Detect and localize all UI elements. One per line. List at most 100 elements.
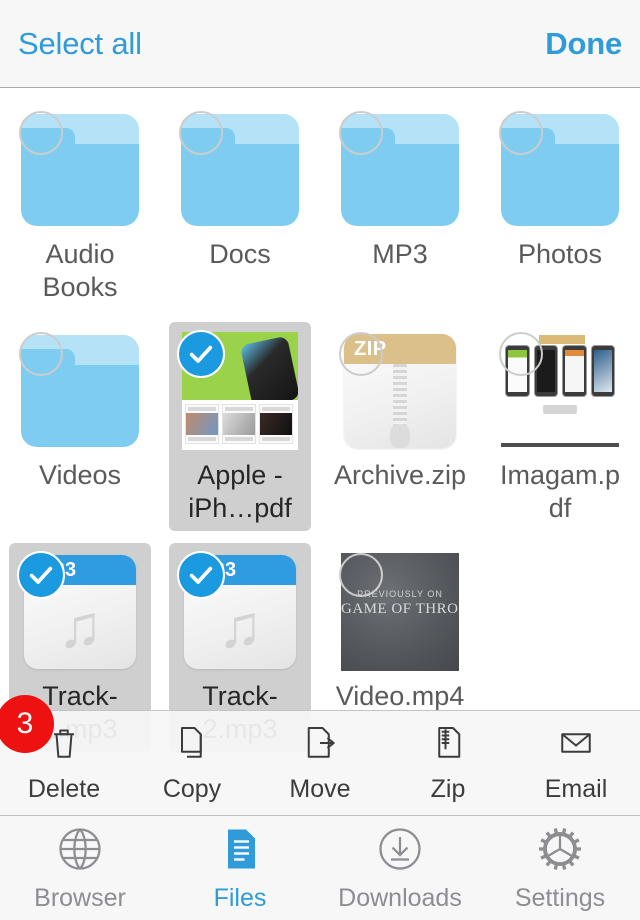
action-label: Delete [27, 775, 101, 803]
file-thumbnail-wrap: MP3♫ [17, 551, 143, 673]
file-name-label: Photos [517, 239, 603, 269]
unselected-circle-icon[interactable] [499, 111, 543, 155]
phone-screen [593, 350, 612, 392]
tab-label: Files [213, 883, 267, 912]
file-item[interactable]: MP3 [329, 101, 471, 277]
unselected-circle-icon[interactable] [339, 332, 383, 376]
file-item[interactable]: ZIP Archive.zip [329, 322, 471, 498]
file-thumbnail-wrap: ZIP [337, 330, 463, 452]
file-cell[interactable]: MP3 [320, 89, 480, 310]
file-thumbnail-wrap [17, 109, 143, 231]
file-cell[interactable]: Docs [160, 89, 320, 310]
phone-graphic [590, 345, 615, 397]
card-line [262, 437, 290, 441]
pdf-card [185, 404, 219, 444]
file-thumbnail-wrap [337, 109, 463, 231]
pdf-logo [539, 335, 585, 344]
iphone-graphic [239, 335, 298, 400]
unselected-circle-icon[interactable] [339, 553, 383, 597]
selected-checkmark-icon[interactable] [177, 330, 225, 378]
file-name-label: Imagam.pdf [499, 460, 621, 523]
move-icon [300, 722, 340, 769]
select-all-button[interactable]: Select all [18, 26, 142, 62]
tab-label: Downloads [338, 883, 462, 912]
card-image [260, 413, 292, 435]
selected-checkmark-icon[interactable] [17, 551, 65, 599]
unselected-circle-icon[interactable] [19, 332, 63, 376]
file-cell[interactable]: Audio Books [0, 89, 160, 310]
phone-screen [565, 350, 584, 392]
pdf-divider [501, 443, 619, 447]
action-email[interactable]: Email [512, 722, 640, 804]
file-cell[interactable]: ZIP Archive.zip [320, 310, 480, 531]
file-name-label: Apple - iPh…pdf [188, 460, 292, 523]
file-thumbnail-wrap [17, 330, 143, 452]
file-item[interactable]: Docs [169, 101, 311, 277]
unselected-circle-icon[interactable] [179, 111, 223, 155]
tab-browser[interactable]: Browser [0, 816, 160, 920]
action-label: Email [544, 775, 608, 803]
file-thumbnail-wrap [177, 109, 303, 231]
unselected-circle-icon[interactable] [499, 332, 543, 376]
done-button[interactable]: Done [545, 26, 622, 62]
zip-icon [428, 722, 468, 769]
envelope-icon [556, 722, 596, 769]
file-cell[interactable]: Videos [0, 310, 160, 531]
globe-icon [56, 824, 104, 879]
action-label: Move [289, 775, 351, 803]
file-thumbnail-wrap [497, 330, 623, 452]
card-line [188, 437, 216, 441]
file-thumbnail-wrap [497, 109, 623, 231]
grid-row: Videos 5C Apple - iPh…pdf ZIP Archive.zip Ima… [0, 310, 640, 531]
tab-downloads[interactable]: Downloads [320, 816, 480, 920]
file-item-selected[interactable]: 5C Apple - iPh…pdf [169, 322, 311, 531]
file-name-label: Videos [38, 460, 122, 490]
tab-settings[interactable]: Settings [480, 816, 640, 920]
copy-icon [172, 722, 212, 769]
file-item[interactable]: Videos [9, 322, 151, 498]
file-item[interactable]: Imagam.pdf [489, 322, 631, 531]
file-thumbnail-wrap: PREVIOUSLY ONGAME OF THRONES [337, 551, 463, 673]
card-line [188, 407, 216, 411]
file-thumbnail-wrap: MP3♫ [177, 551, 303, 673]
selected-checkmark-icon[interactable] [177, 551, 225, 599]
zipper-teeth [393, 364, 407, 426]
pdf-card-row [185, 404, 295, 444]
tab-files[interactable]: Files [160, 816, 320, 920]
file-cell[interactable]: Imagam.pdf [480, 310, 640, 531]
card-line [225, 437, 253, 441]
zipper-pull [390, 424, 410, 448]
action-zip[interactable]: Zip [384, 722, 512, 804]
file-item[interactable]: Audio Books [9, 101, 151, 310]
tab-label: Settings [514, 883, 606, 912]
grid-row: Audio Books Docs MP3 Photos [0, 89, 640, 310]
file-item[interactable]: PREVIOUSLY ONGAME OF THRONES Video.mp4 [329, 543, 471, 719]
video-title: GAME OF THRONES [341, 601, 459, 617]
action-toolbar: 3 Delete Copy Move Zip Email [0, 695, 640, 815]
file-name-label: Video.mp4 [335, 681, 465, 711]
card-line [262, 407, 290, 411]
pdf-card [259, 404, 293, 444]
unselected-circle-icon[interactable] [339, 111, 383, 155]
file-name-label: MP3 [372, 239, 428, 269]
action-label: Copy [162, 775, 222, 803]
gear-icon [536, 824, 584, 879]
unselected-circle-icon[interactable] [19, 111, 63, 155]
file-name-label: Archive.zip [333, 460, 467, 490]
card-image [186, 413, 218, 435]
card-line [225, 407, 253, 411]
phone-graphic [562, 345, 587, 397]
file-cell[interactable]: 5C Apple - iPh…pdf [160, 310, 320, 531]
document-icon [216, 824, 264, 879]
file-name-label: Docs [209, 239, 271, 269]
file-name-label: Audio Books [42, 239, 118, 302]
action-move[interactable]: Move [256, 722, 384, 804]
file-cell[interactable]: Photos [480, 89, 640, 310]
download-icon [376, 824, 424, 879]
tab-label: Browser [34, 883, 126, 912]
card-image [223, 413, 255, 435]
action-copy[interactable]: Copy [128, 722, 256, 804]
file-item[interactable]: Photos [489, 101, 631, 277]
pdf-chip [543, 405, 577, 414]
action-label: Zip [430, 775, 466, 803]
